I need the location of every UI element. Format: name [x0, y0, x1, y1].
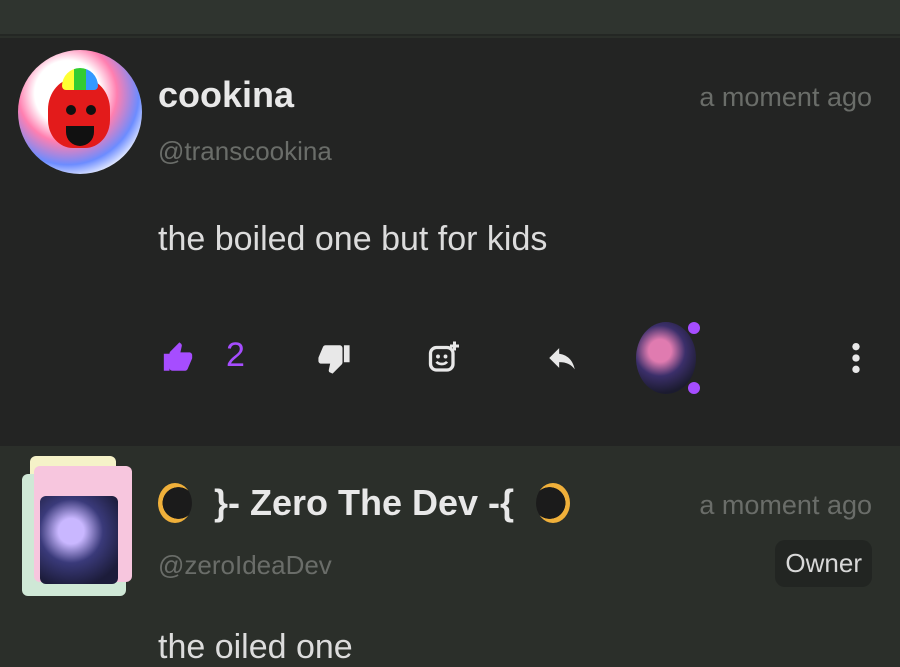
avatar-hat: [62, 68, 98, 90]
top-bar: [0, 0, 900, 36]
timestamp: a moment ago: [699, 82, 872, 112]
status-dot: [688, 322, 700, 334]
reactor-avatar-image: [636, 322, 696, 394]
reply-icon[interactable]: [542, 338, 582, 378]
status-dot: [688, 382, 700, 394]
author-name[interactable]: }- Zero The Dev -{: [214, 482, 514, 524]
thumbs-down-icon[interactable]: [314, 338, 354, 378]
avatar-eye: [66, 105, 76, 115]
reaction-avatar[interactable]: [632, 316, 704, 396]
author-handle[interactable]: @zeroIdeaDev: [158, 550, 332, 581]
owner-badge: Owner: [775, 540, 872, 587]
avatar[interactable]: [22, 456, 140, 598]
more-vertical-icon[interactable]: [838, 340, 874, 376]
author-name[interactable]: cookina: [158, 74, 294, 116]
author-name-row[interactable]: }- Zero The Dev -{: [158, 482, 571, 524]
post: cookina @transcookina a moment ago the b…: [0, 38, 900, 446]
post: }- Zero The Dev -{ a moment ago @zeroIde…: [0, 446, 900, 666]
avatar[interactable]: [18, 50, 142, 174]
author-handle[interactable]: @transcookina: [158, 136, 332, 167]
post-text: the boiled one but for kids: [158, 220, 548, 258]
avatar-image: [40, 496, 118, 584]
thumbs-up-icon[interactable]: [158, 338, 198, 378]
like-count: 2: [226, 336, 245, 374]
moon-icon: [536, 483, 571, 523]
moon-icon: [158, 483, 192, 523]
add-reaction-icon[interactable]: [424, 338, 464, 378]
timestamp: a moment ago: [699, 490, 872, 520]
avatar-eye: [86, 105, 96, 115]
post-text: the oiled one: [158, 628, 353, 666]
post-actions: 2: [0, 316, 900, 396]
